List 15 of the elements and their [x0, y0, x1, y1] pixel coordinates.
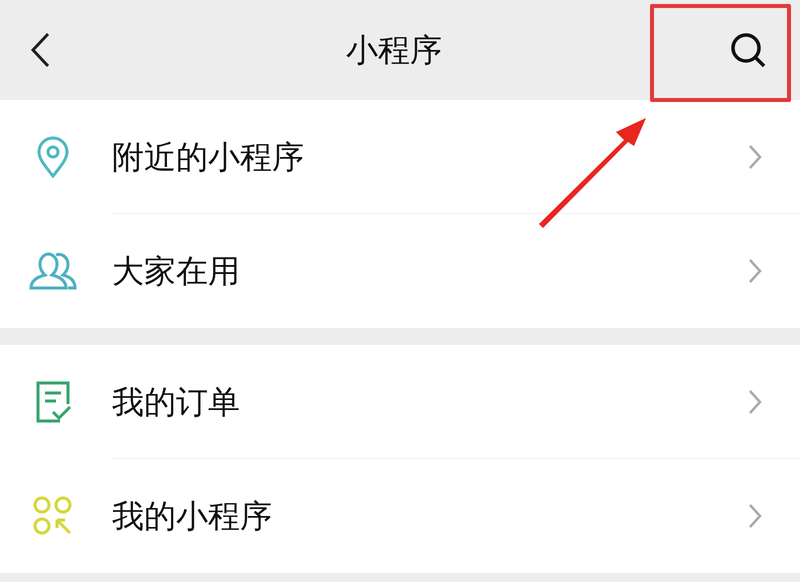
menu-item-label: 大家在用 [112, 251, 241, 292]
chevron-icon [748, 258, 762, 284]
menu-item-label: 附近的小程序 [112, 137, 305, 178]
page-title: 小程序 [345, 30, 443, 71]
back-icon [30, 32, 50, 68]
chevron-icon [748, 389, 762, 415]
checklist-icon [34, 380, 72, 424]
chevron-icon [748, 503, 762, 529]
people-icon [28, 250, 78, 292]
search-icon [729, 31, 767, 69]
menu-item-label: 我的小程序 [112, 496, 273, 537]
menu-item-label: 我的订单 [112, 382, 241, 423]
location-pin-icon [35, 135, 71, 179]
apps-grid-icon [32, 495, 74, 537]
chevron-icon [748, 144, 762, 170]
